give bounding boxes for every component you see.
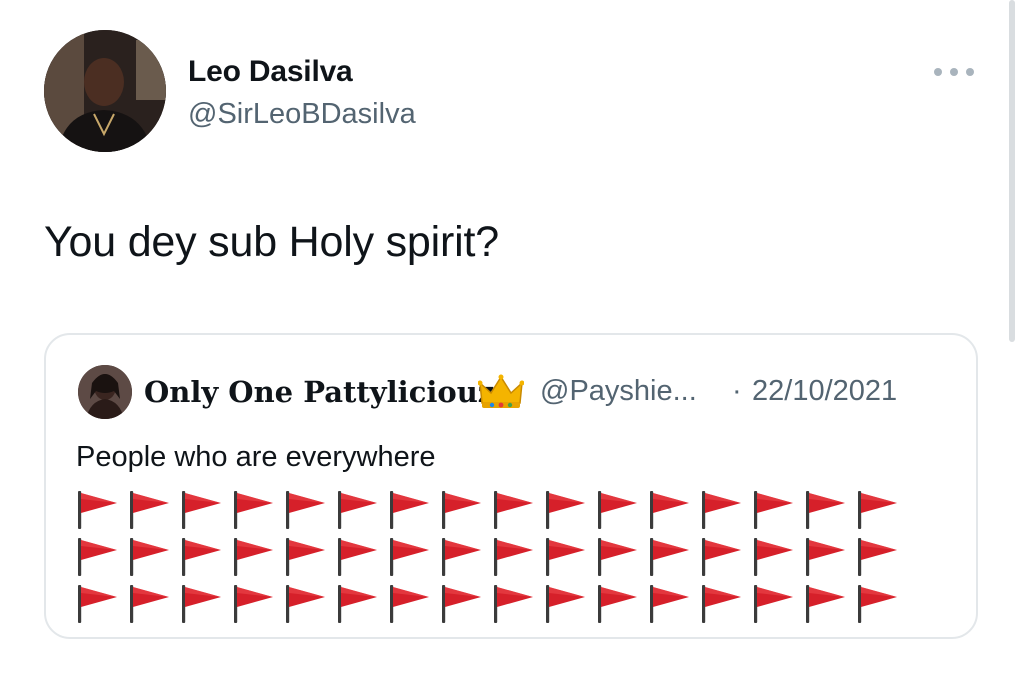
triangular-flag-icon bbox=[232, 534, 284, 580]
meta-separator: · bbox=[732, 375, 742, 407]
more-dot bbox=[966, 68, 974, 76]
triangular-flag-icon bbox=[648, 534, 700, 580]
author-display-name[interactable]: Leo Dasilva bbox=[188, 55, 353, 89]
triangular-flag-icon bbox=[492, 581, 544, 627]
triangular-flag-icon bbox=[804, 487, 856, 533]
quoted-tweet-text: People who are everywhere bbox=[76, 441, 436, 473]
more-dot bbox=[950, 68, 958, 76]
triangular-flag-icon bbox=[388, 534, 440, 580]
triangular-flag-icon bbox=[284, 581, 336, 627]
quoted-tweet-date[interactable]: 22/10/2021 bbox=[752, 375, 897, 408]
flag-emoji-grid bbox=[76, 487, 916, 627]
triangular-flag-icon bbox=[596, 534, 648, 580]
tweet: Leo Dasilva @SirLeoBDasilva You dey sub … bbox=[0, 0, 1024, 684]
triangular-flag-icon bbox=[492, 534, 544, 580]
triangular-flag-icon bbox=[388, 581, 440, 627]
triangular-flag-icon bbox=[856, 534, 908, 580]
crown-icon bbox=[477, 373, 525, 411]
triangular-flag-icon bbox=[804, 534, 856, 580]
quoted-author-avatar[interactable] bbox=[78, 365, 132, 419]
triangular-flag-icon bbox=[180, 581, 232, 627]
triangular-flag-icon bbox=[752, 534, 804, 580]
triangular-flag-icon bbox=[544, 534, 596, 580]
triangular-flag-icon bbox=[700, 534, 752, 580]
triangular-flag-icon bbox=[648, 581, 700, 627]
triangular-flag-icon bbox=[336, 581, 388, 627]
triangular-flag-icon bbox=[128, 581, 180, 627]
triangular-flag-icon bbox=[440, 581, 492, 627]
triangular-flag-icon bbox=[76, 581, 128, 627]
triangular-flag-icon bbox=[752, 487, 804, 533]
triangular-flag-icon bbox=[388, 487, 440, 533]
triangular-flag-icon bbox=[856, 487, 908, 533]
triangular-flag-icon bbox=[544, 487, 596, 533]
triangular-flag-icon bbox=[284, 487, 336, 533]
quoted-tweet-card[interactable]: Only One Pattyliciouz @Payshie... · 22/1… bbox=[44, 333, 978, 639]
more-dot bbox=[934, 68, 942, 76]
flag-row bbox=[76, 534, 916, 580]
triangular-flag-icon bbox=[596, 581, 648, 627]
triangular-flag-icon bbox=[180, 534, 232, 580]
triangular-flag-icon bbox=[76, 534, 128, 580]
triangular-flag-icon bbox=[128, 534, 180, 580]
quoted-author-display-name[interactable]: Only One Pattyliciouz bbox=[144, 375, 494, 409]
triangular-flag-icon bbox=[648, 487, 700, 533]
triangular-flag-icon bbox=[76, 487, 128, 533]
quoted-author-avatar-image bbox=[78, 365, 132, 419]
scrollbar[interactable] bbox=[1009, 0, 1015, 342]
triangular-flag-icon bbox=[700, 581, 752, 627]
author-avatar-image bbox=[44, 30, 166, 152]
triangular-flag-icon bbox=[440, 487, 492, 533]
more-horizontal-icon[interactable] bbox=[934, 66, 974, 78]
triangular-flag-icon bbox=[700, 487, 752, 533]
triangular-flag-icon bbox=[232, 581, 284, 627]
author-avatar[interactable] bbox=[44, 30, 166, 152]
flag-row bbox=[76, 581, 916, 627]
triangular-flag-icon bbox=[492, 487, 544, 533]
tweet-text: You dey sub Holy spirit? bbox=[44, 218, 499, 266]
triangular-flag-icon bbox=[856, 581, 908, 627]
triangular-flag-icon bbox=[232, 487, 284, 533]
author-handle[interactable]: @SirLeoBDasilva bbox=[188, 98, 416, 131]
triangular-flag-icon bbox=[440, 534, 492, 580]
triangular-flag-icon bbox=[336, 534, 388, 580]
flag-row bbox=[76, 487, 916, 533]
triangular-flag-icon bbox=[804, 581, 856, 627]
triangular-flag-icon bbox=[752, 581, 804, 627]
triangular-flag-icon bbox=[180, 487, 232, 533]
triangular-flag-icon bbox=[284, 534, 336, 580]
triangular-flag-icon bbox=[544, 581, 596, 627]
triangular-flag-icon bbox=[596, 487, 648, 533]
triangular-flag-icon bbox=[336, 487, 388, 533]
quoted-author-handle[interactable]: @Payshie... bbox=[540, 375, 697, 408]
triangular-flag-icon bbox=[128, 487, 180, 533]
